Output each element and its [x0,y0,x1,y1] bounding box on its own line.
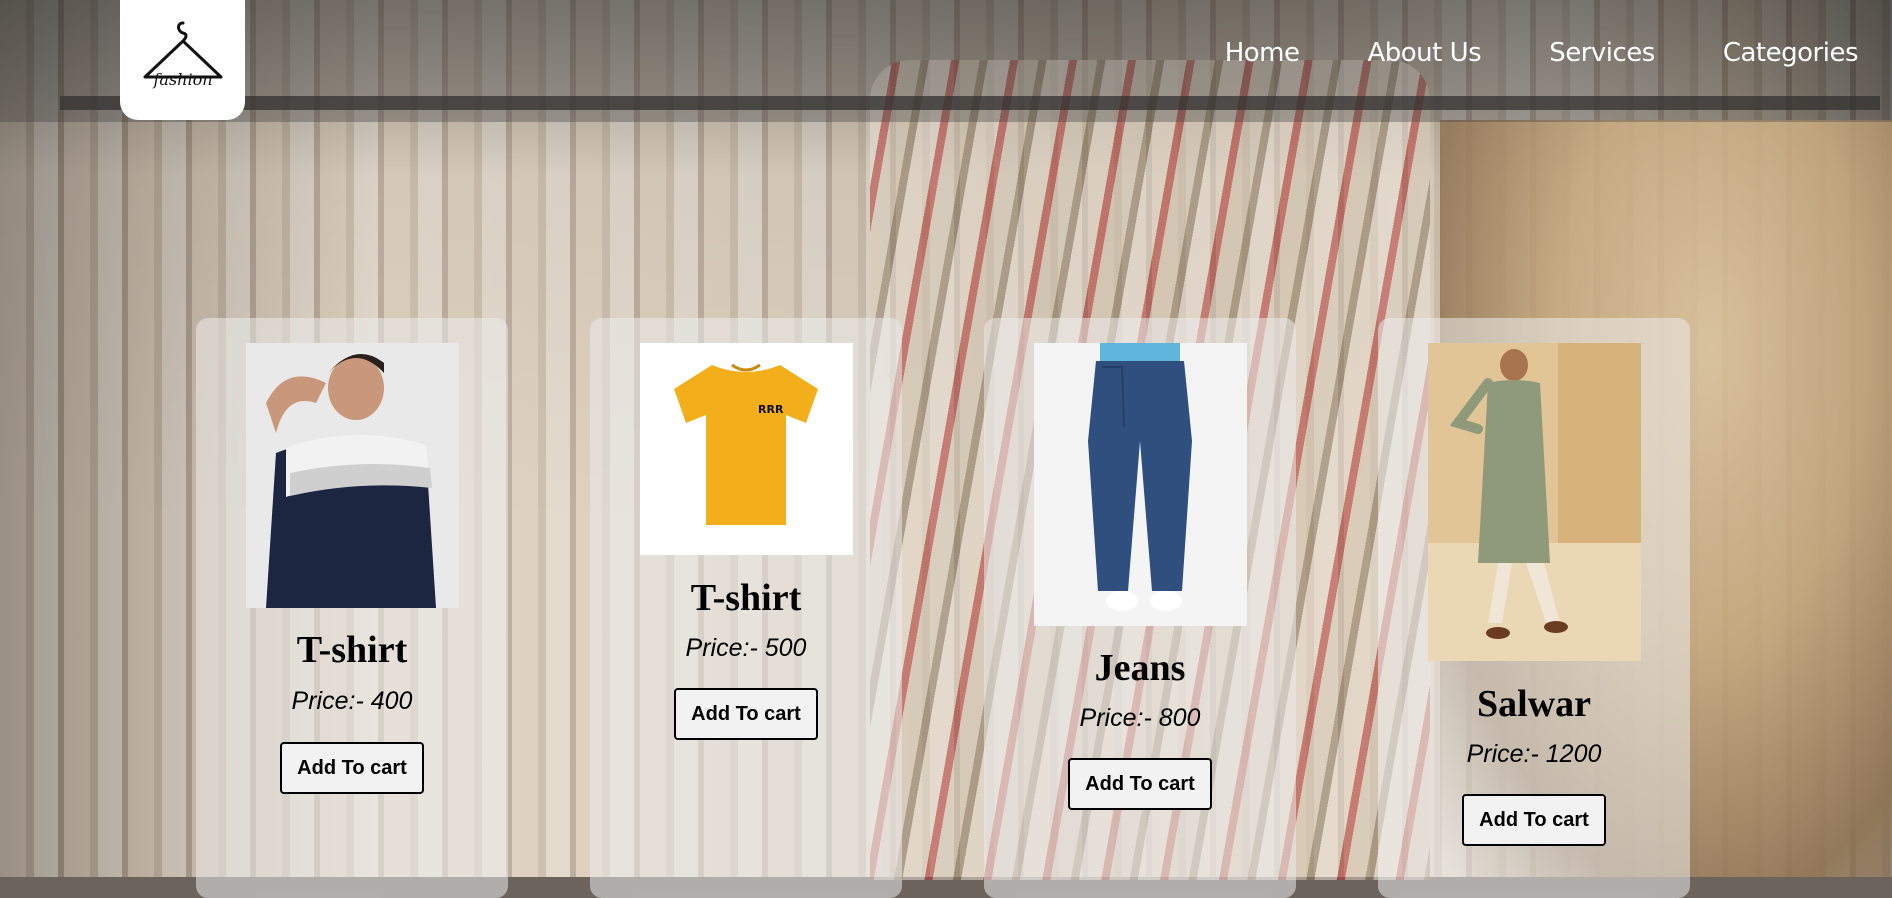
hanger-logo-icon: fashion [143,21,222,89]
nav-home[interactable]: Home [1225,38,1300,68]
add-to-cart-button[interactable]: Add To cart [1462,794,1606,846]
svg-text:RRR: RRR [758,403,784,416]
logo-text: fashion [152,70,212,89]
product-card: RRR T-shirt Price:- 500 Add To cart [590,318,902,898]
product-card: Salwar Price:- 1200 Add To cart [1378,318,1690,898]
product-price: Price:- 800 [1079,704,1201,732]
product-price: Price:- 1200 [1466,740,1602,768]
product-price: Price:- 500 [685,634,807,662]
nav-services[interactable]: Services [1549,38,1655,68]
product-title: T-shirt [296,629,408,671]
product-image [1428,343,1641,661]
product-price: Price:- 400 [291,687,413,715]
add-to-cart-button[interactable]: Add To cart [280,742,424,794]
logo[interactable]: fashion [120,0,245,120]
nav-categories[interactable]: Categories [1723,38,1859,68]
product-title: Salwar [1477,683,1591,725]
product-title: T-shirt [690,577,802,619]
product-card: T-shirt Price:- 400 Add To cart [196,318,508,898]
product-title: Jeans [1094,647,1186,689]
product-image [1034,343,1247,626]
product-card: Jeans Price:- 800 Add To cart [984,318,1296,898]
add-to-cart-button[interactable]: Add To cart [674,688,818,740]
add-to-cart-button[interactable]: Add To cart [1068,758,1212,810]
product-image [246,343,459,608]
nav-about-us[interactable]: About Us [1367,38,1481,68]
product-image: RRR [640,343,853,555]
main-nav: Home About Us Services Categories [1157,38,1859,68]
